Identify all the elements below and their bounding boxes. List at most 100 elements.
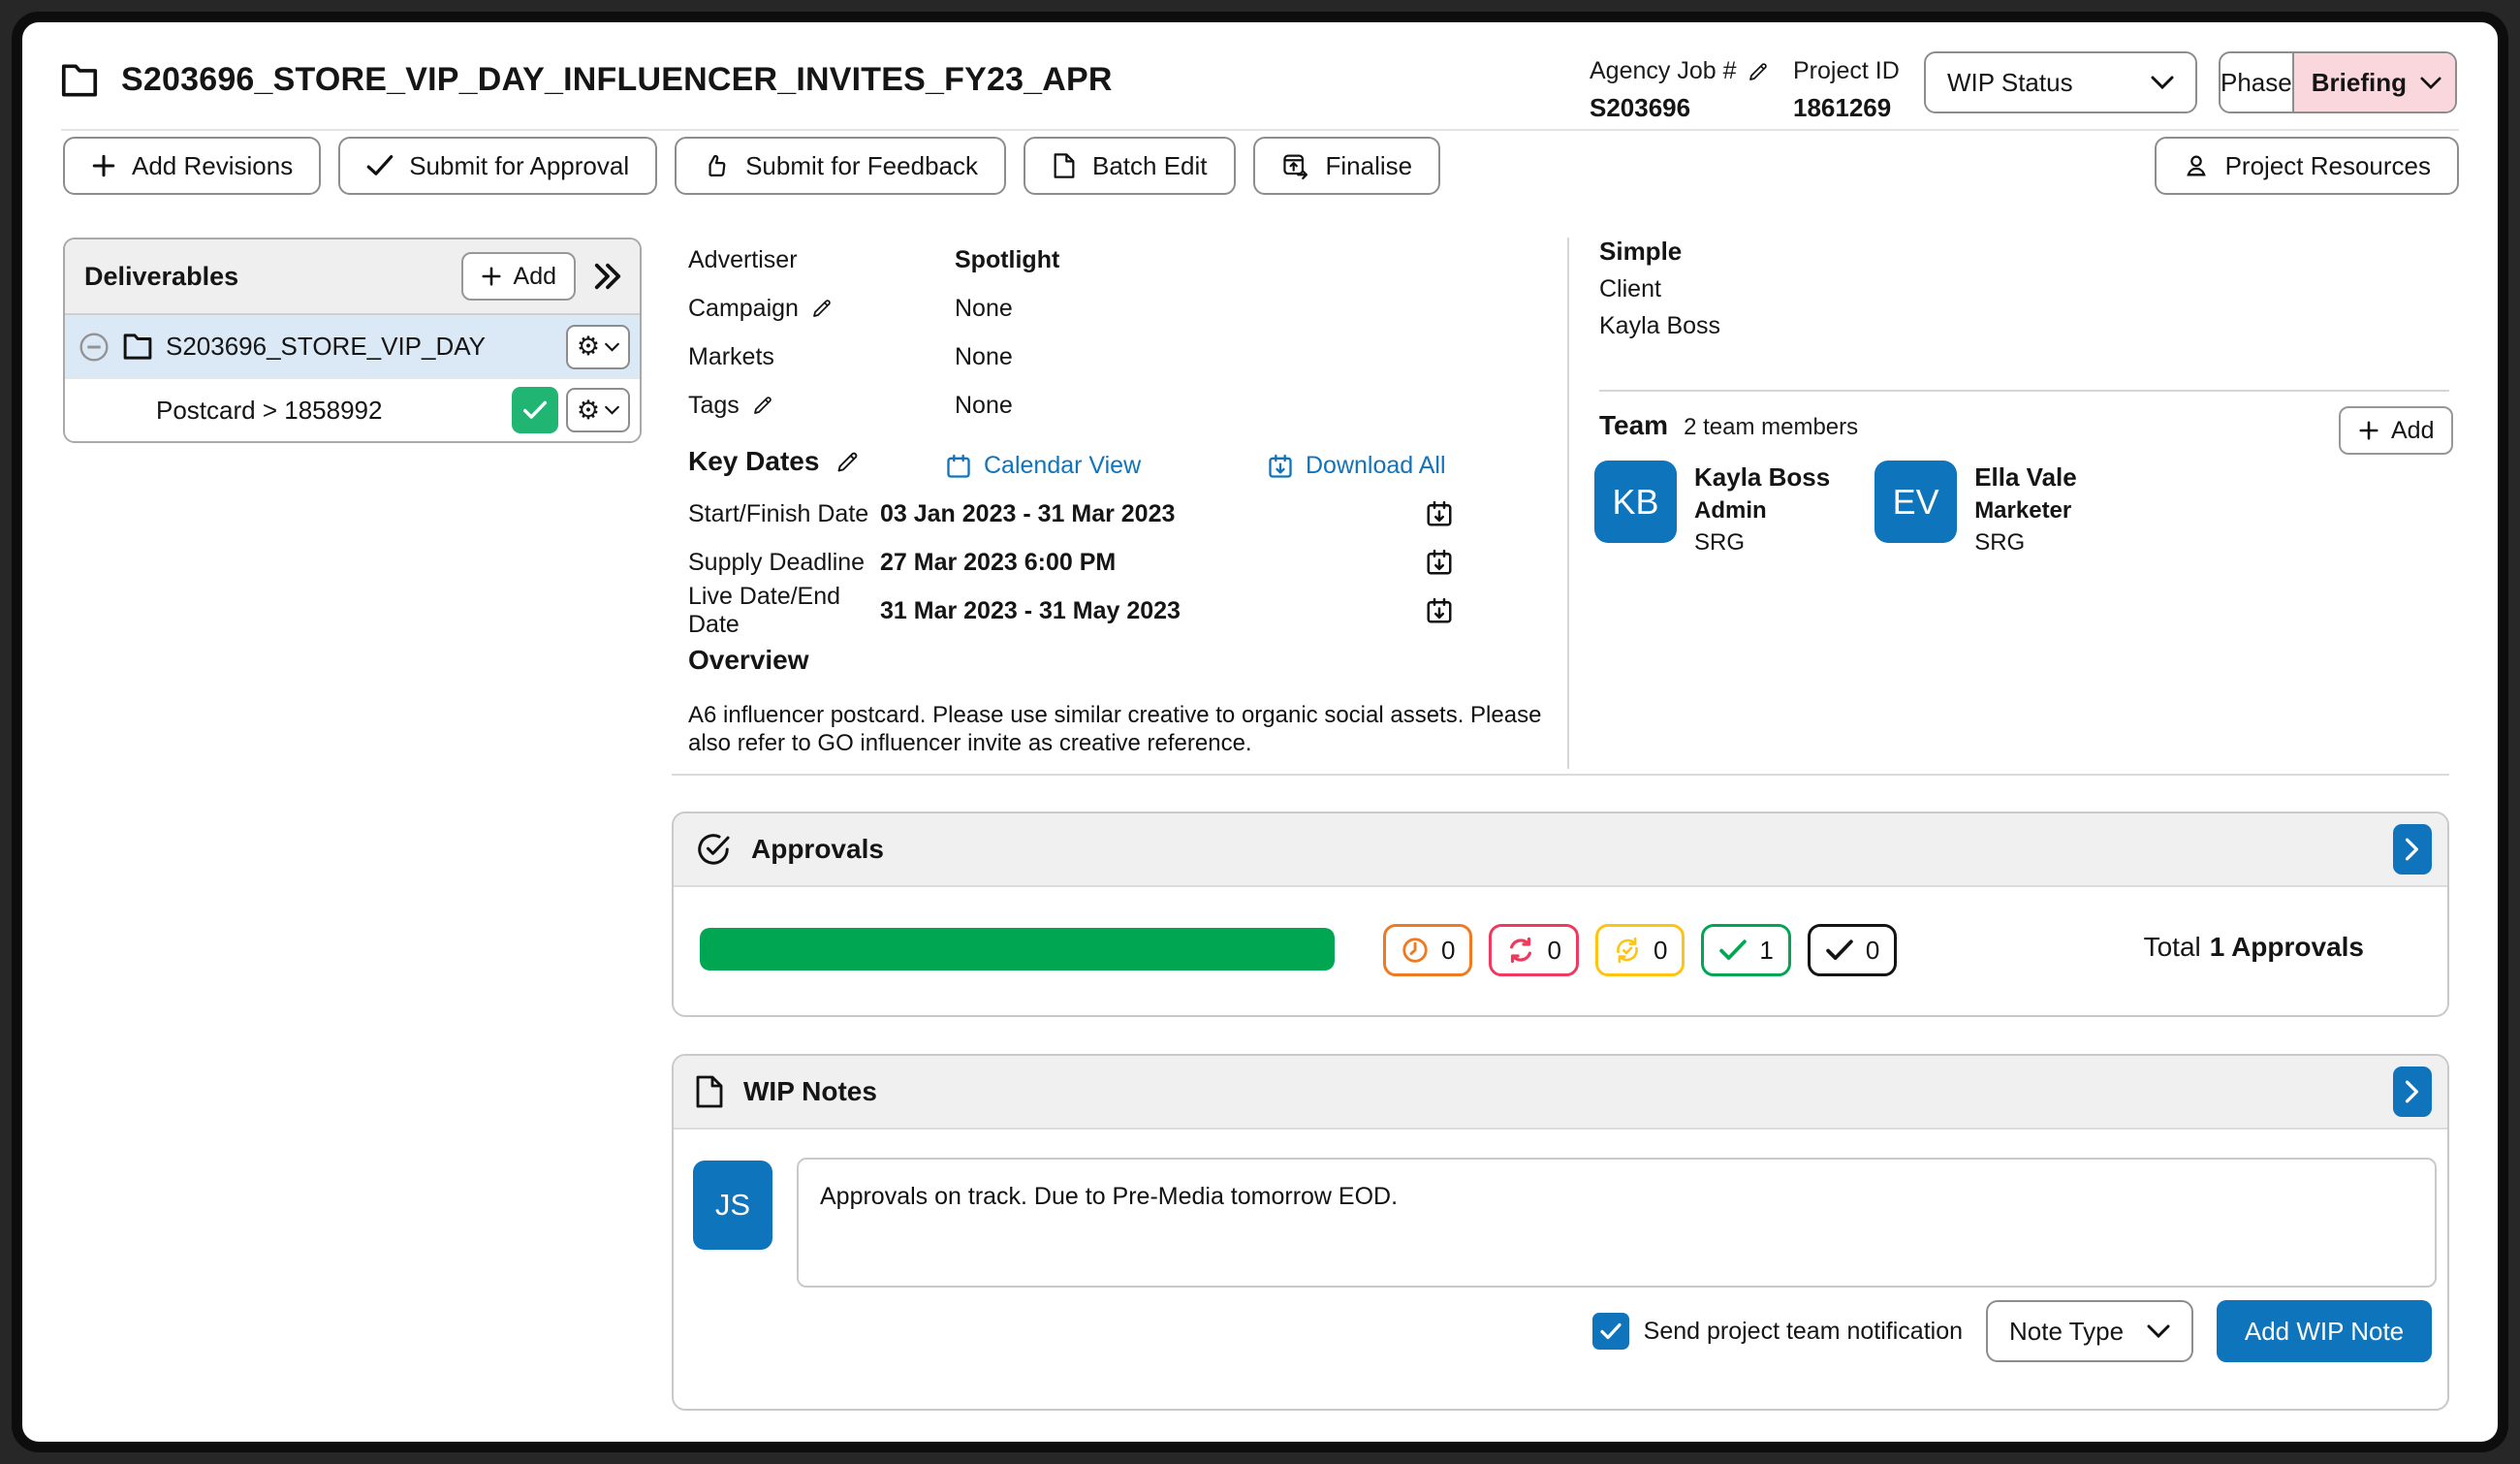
finalise-button[interactable]: Finalise bbox=[1253, 137, 1441, 195]
markets-label: Markets bbox=[688, 343, 774, 371]
team-member: KB Kayla Boss Admin SRG bbox=[1594, 461, 1830, 557]
supply-deadline-value: 27 Mar 2023 6:00 PM bbox=[880, 549, 1425, 577]
counter-completed: 0 bbox=[1808, 924, 1897, 976]
calendar-download-icon[interactable] bbox=[1425, 596, 1454, 625]
check-icon bbox=[1718, 938, 1748, 963]
expand-wip-notes-button[interactable] bbox=[2393, 1066, 2432, 1117]
wip-notes-header: WIP Notes bbox=[674, 1056, 2447, 1130]
avatar[interactable]: KB bbox=[1594, 461, 1677, 543]
submit-for-approval-button[interactable]: Submit for Approval bbox=[338, 137, 657, 195]
chevron-down-icon bbox=[2147, 1324, 2170, 1338]
counter-overdue: 0 bbox=[1383, 924, 1472, 976]
project-header: S203696_STORE_VIP_DAY_INFLUENCER_INVITES… bbox=[61, 61, 1113, 99]
approvals-title: Approvals bbox=[751, 834, 2374, 865]
member-name: Kayla Boss bbox=[1694, 462, 1830, 493]
phase-label: Phase bbox=[2221, 53, 2294, 111]
action-toolbar: Add Revisions Submit for Approval Submit… bbox=[63, 137, 1440, 195]
member-name: Ella Vale bbox=[1974, 462, 2077, 493]
send-notification-checkbox[interactable] bbox=[1592, 1313, 1629, 1350]
client-type: Client bbox=[1599, 275, 1720, 303]
detail-row: Tags None bbox=[688, 381, 1059, 430]
campaign-label: Campaign bbox=[688, 295, 799, 323]
header-divider bbox=[61, 129, 2459, 131]
download-all-link[interactable]: Download All bbox=[1267, 452, 1446, 480]
add-wip-note-button[interactable]: Add WIP Note bbox=[2217, 1300, 2432, 1362]
app-window: S203696_STORE_VIP_DAY_INFLUENCER_INVITES… bbox=[12, 12, 2508, 1452]
markets-value: None bbox=[955, 343, 1013, 371]
circle-check-icon bbox=[695, 831, 732, 868]
note-document-icon bbox=[695, 1074, 724, 1109]
deliverable-folder-name: S203696_STORE_VIP_DAY bbox=[166, 332, 552, 362]
collapse-minus-icon[interactable] bbox=[79, 332, 110, 363]
edit-pencil-icon[interactable] bbox=[835, 449, 861, 475]
key-date-row: Live Date/End Date 31 Mar 2023 - 31 May … bbox=[688, 587, 1454, 635]
wip-note-input[interactable]: Approvals on track. Due to Pre-Media tom… bbox=[797, 1158, 2437, 1288]
key-date-row: Supply Deadline 27 Mar 2023 6:00 PM bbox=[688, 538, 1454, 587]
key-dates-rows: Start/Finish Date 03 Jan 2023 - 31 Mar 2… bbox=[688, 490, 1454, 635]
folder-settings-button[interactable]: ⚙ bbox=[566, 325, 630, 369]
start-finish-label: Start/Finish Date bbox=[688, 500, 880, 528]
item-settings-button[interactable]: ⚙ bbox=[566, 388, 630, 432]
wip-status-label: WIP Status bbox=[1947, 68, 2073, 98]
deliverables-panel: Deliverables Add S203696_STORE_VIP_DAY ⚙ bbox=[63, 238, 642, 443]
live-date-label: Live Date/End Date bbox=[688, 583, 880, 639]
project-id-value: 1861269 bbox=[1793, 93, 1900, 123]
supply-deadline-label: Supply Deadline bbox=[688, 549, 880, 577]
project-resources-button[interactable]: Project Resources bbox=[2155, 137, 2459, 195]
team-member: EV Ella Vale Marketer SRG bbox=[1874, 461, 2077, 557]
section-divider bbox=[672, 774, 2449, 776]
deliverable-item-row[interactable]: Postcard > 1858992 ⚙ bbox=[65, 378, 640, 441]
deliverable-folder-row[interactable]: S203696_STORE_VIP_DAY ⚙ bbox=[65, 315, 640, 378]
calendar-view-link[interactable]: Calendar View bbox=[945, 452, 1141, 480]
column-divider bbox=[1567, 238, 1569, 769]
add-team-member-button[interactable]: Add bbox=[2339, 406, 2453, 455]
agency-job-field: Agency Job # S203696 bbox=[1590, 57, 1770, 123]
add-deliverable-button[interactable]: Add bbox=[461, 252, 576, 301]
note-type-select[interactable]: Note Type bbox=[1986, 1300, 2193, 1362]
tags-value: None bbox=[955, 392, 1013, 420]
phase-value: Briefing bbox=[2312, 68, 2407, 98]
advertiser-value: Spotlight bbox=[955, 246, 1059, 274]
batch-edit-button[interactable]: Batch Edit bbox=[1024, 137, 1236, 195]
client-name: Simple bbox=[1599, 237, 1720, 267]
detail-row: Advertiser Spotlight bbox=[688, 236, 1059, 284]
approvals-total: Total 1 Approvals bbox=[2144, 932, 2364, 963]
avatar[interactable]: EV bbox=[1874, 461, 1957, 543]
deliverables-title: Deliverables bbox=[84, 262, 446, 292]
key-date-row: Start/Finish Date 03 Jan 2023 - 31 Mar 2… bbox=[688, 490, 1454, 538]
deliverable-approved-button[interactable] bbox=[512, 387, 558, 433]
calendar-download-icon[interactable] bbox=[1425, 548, 1454, 577]
folder-icon bbox=[123, 334, 152, 360]
chevron-down-icon bbox=[2420, 77, 2441, 89]
counter-in-revision: 0 bbox=[1489, 924, 1578, 976]
client-block: Simple Client Kayla Boss bbox=[1599, 237, 1720, 340]
start-finish-value: 03 Jan 2023 - 31 Mar 2023 bbox=[880, 500, 1425, 528]
phase-value-dropdown[interactable]: Briefing bbox=[2294, 53, 2457, 111]
gear-icon: ⚙ bbox=[577, 398, 600, 424]
check-icon bbox=[366, 154, 394, 177]
edit-pencil-icon[interactable] bbox=[810, 297, 834, 320]
collapse-panel-icon[interactable] bbox=[591, 262, 624, 291]
refresh-icon bbox=[1506, 936, 1535, 965]
member-org: SRG bbox=[1694, 529, 1830, 557]
member-role: Admin bbox=[1694, 497, 1830, 525]
wip-status-select[interactable]: WIP Status bbox=[1924, 51, 2197, 113]
edit-pencil-icon[interactable] bbox=[751, 394, 774, 417]
expand-approvals-button[interactable] bbox=[2393, 824, 2432, 875]
finalise-icon bbox=[1281, 151, 1310, 180]
tags-label: Tags bbox=[688, 392, 740, 420]
agency-job-value: S203696 bbox=[1590, 93, 1770, 123]
edit-pencil-icon[interactable] bbox=[1747, 60, 1770, 83]
calendar-download-icon bbox=[1267, 453, 1294, 480]
team-divider bbox=[1599, 390, 2449, 392]
live-date-value: 31 Mar 2023 - 31 May 2023 bbox=[880, 597, 1425, 625]
add-revisions-button[interactable]: Add Revisions bbox=[63, 137, 321, 195]
document-icon bbox=[1052, 152, 1077, 179]
clock-icon bbox=[1401, 936, 1430, 965]
team-title: Team bbox=[1599, 410, 1668, 441]
submit-for-feedback-button[interactable]: Submit for Feedback bbox=[675, 137, 1006, 195]
calendar-download-icon[interactable] bbox=[1425, 499, 1454, 528]
member-org: SRG bbox=[1974, 529, 2077, 557]
send-notification-label: Send project team notification bbox=[1644, 1318, 1963, 1346]
key-dates-heading: Key Dates bbox=[688, 446, 861, 477]
